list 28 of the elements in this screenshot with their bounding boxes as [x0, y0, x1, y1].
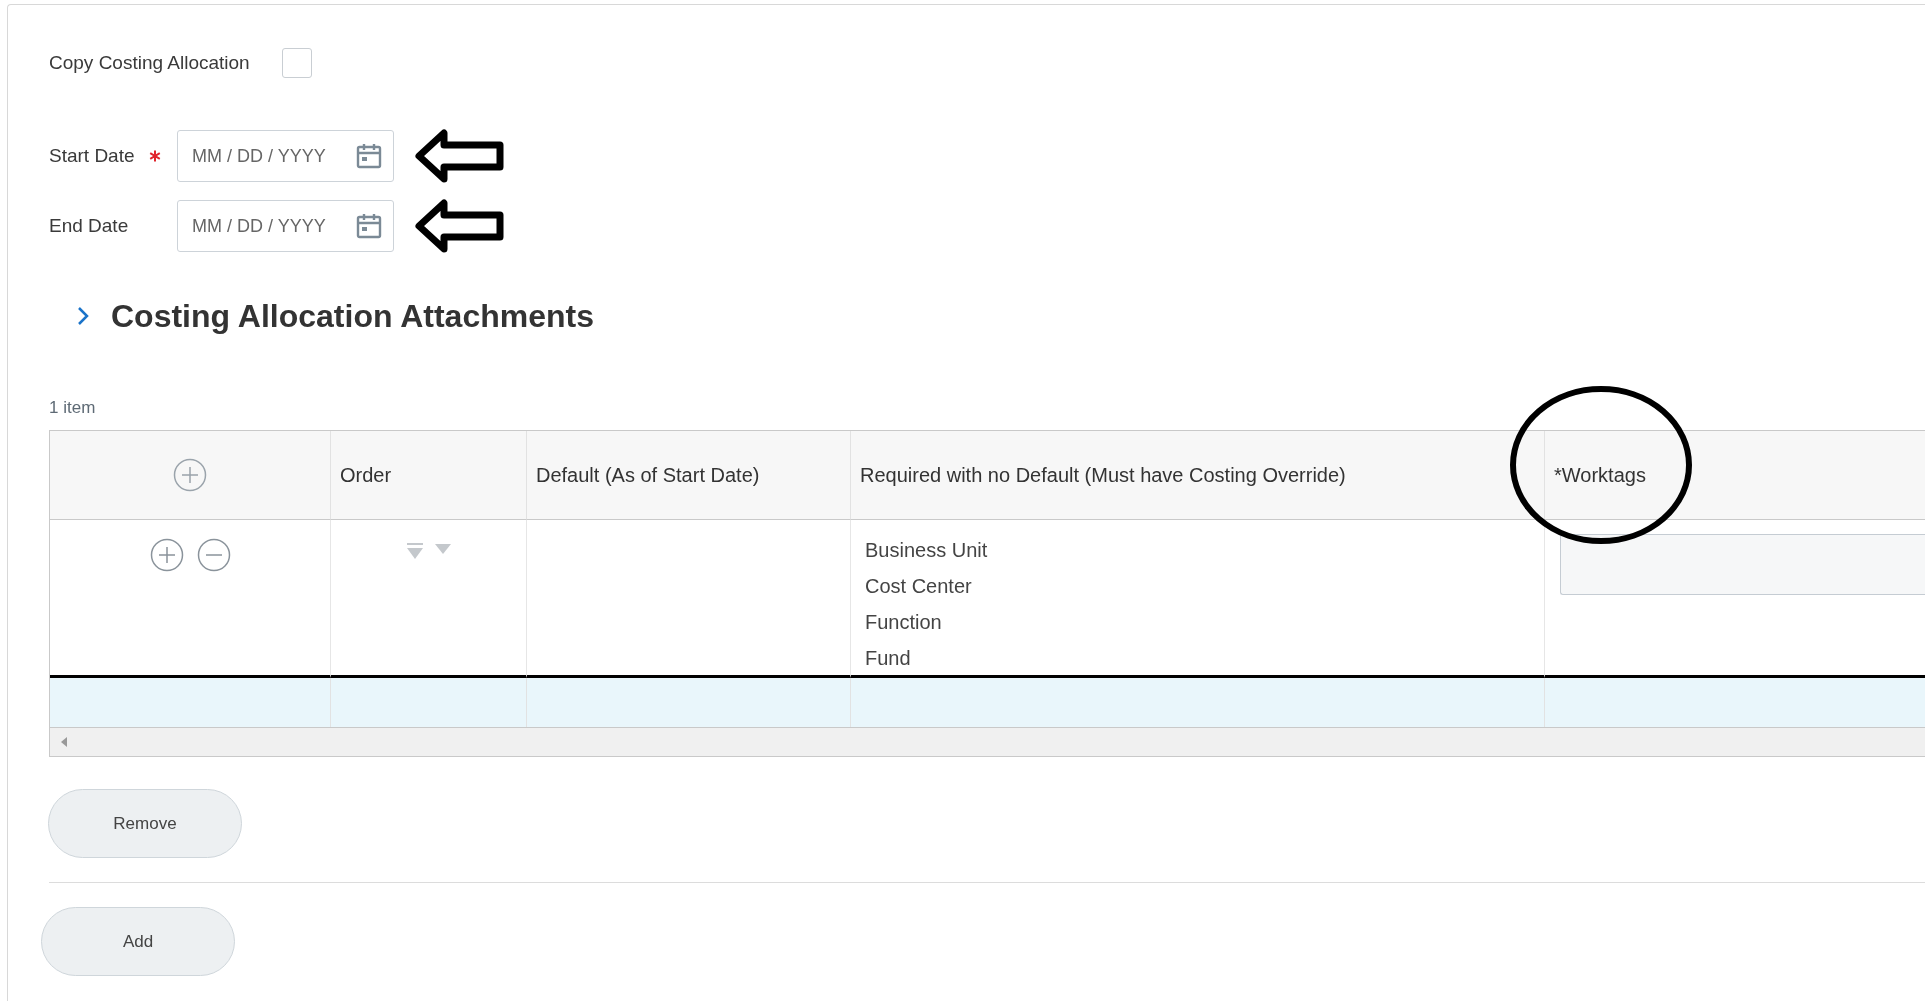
calendar-icon[interactable]	[356, 213, 382, 239]
column-header: Order	[330, 431, 526, 520]
checkbox[interactable]	[281, 48, 312, 78]
worktags-field[interactable]	[1560, 534, 1925, 595]
remove-icon[interactable]	[196, 538, 231, 572]
add-icon[interactable]	[173, 458, 207, 492]
item-count: 1 item	[49, 398, 97, 418]
date-field[interactable]: MM / DD / YYYY	[177, 200, 394, 252]
scroll-left-icon[interactable]	[60, 736, 68, 748]
field-label: Copy Costing Allocation	[49, 52, 250, 74]
section-title: Costing Allocation Attachments	[111, 297, 594, 335]
column-header: Default (As of Start Date)	[526, 431, 850, 520]
add-button[interactable]: Add	[41, 907, 235, 976]
horizontal-scrollbar[interactable]	[49, 727, 1925, 757]
calendar-icon[interactable]	[356, 143, 382, 169]
date-field[interactable]: MM / DD / YYYY	[177, 130, 394, 182]
add-icon[interactable]	[149, 538, 184, 572]
field-label: Start Date	[49, 145, 136, 167]
worktag-text: Business Unit	[865, 538, 989, 563]
worktag-text: Cost Center	[865, 574, 973, 599]
column-header: *Worktags	[1544, 431, 1925, 520]
worktag-text: Fund	[865, 646, 912, 671]
chevron-icon[interactable]	[77, 306, 89, 326]
column-header: Required with no Default (Must have Costing Override)	[850, 431, 1544, 520]
move-down-icon[interactable]	[434, 542, 452, 556]
field-label: End Date	[49, 215, 130, 237]
remove-button[interactable]: Remove	[48, 789, 242, 858]
worktag-text: Function	[865, 610, 943, 635]
